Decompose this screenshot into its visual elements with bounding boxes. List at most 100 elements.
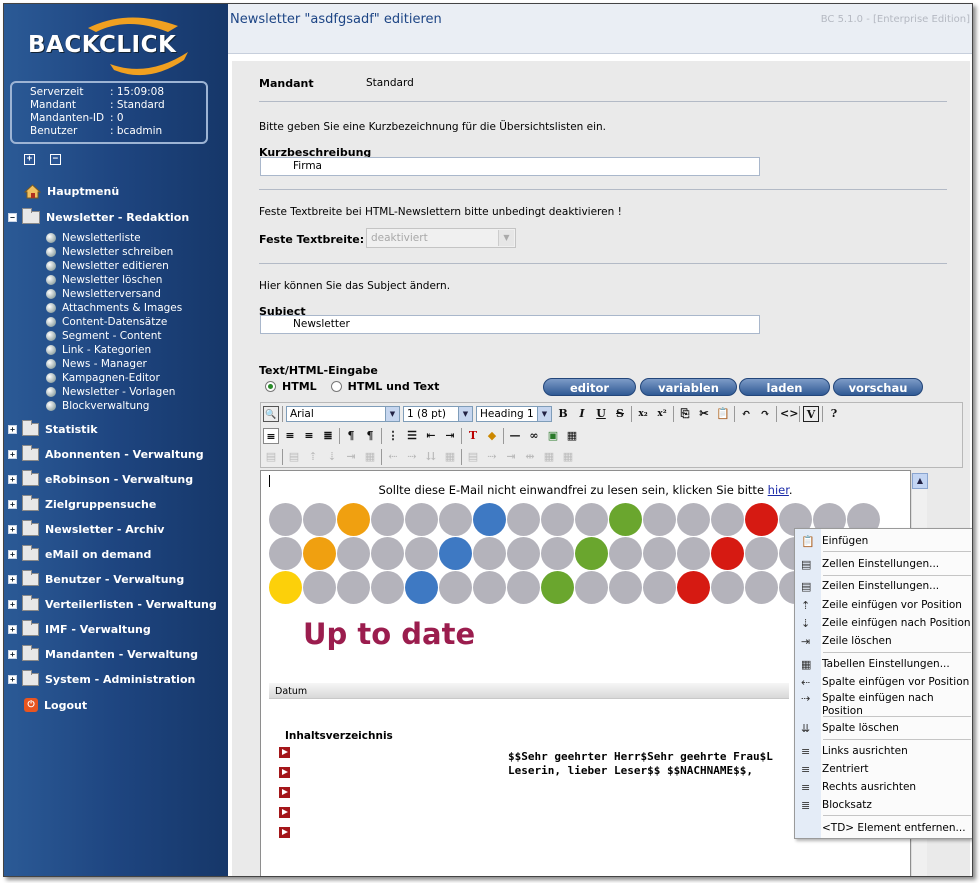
variable-icon[interactable]: V [803,406,819,422]
expand-icon[interactable]: + [8,575,17,584]
scroll-up-icon[interactable]: ▲ [912,473,928,489]
nav-section[interactable]: + eRobinson - Verwaltung [8,470,193,486]
context-menu-item[interactable]: Zeile einfügen nach Position [822,617,972,630]
table-icon[interactable]: ▦ [564,428,580,444]
nav-sub-item[interactable]: Newsletter löschen [46,274,162,286]
context-menu-item[interactable]: Einfügen [822,535,972,548]
notice-link[interactable]: hier [768,483,789,497]
laden-button[interactable]: laden [739,378,830,396]
nav-section[interactable]: + Statistik [8,420,98,436]
context-menu-item[interactable]: <TD> Element entfernen... [822,822,972,835]
context-menu-item[interactable]: Spalte einfügen vor Position [822,676,972,689]
expand-icon[interactable]: + [8,475,17,484]
font-select[interactable]: Arial ▼ [286,406,400,422]
cut-icon[interactable]: ✂ [696,406,712,422]
indent-icon[interactable]: ⇥ [442,428,458,444]
cell-properties-icon[interactable]: ▤ [465,449,481,465]
toc-arrow-icon[interactable] [279,807,290,818]
insert-row-after-icon[interactable]: ⇣ [324,449,340,465]
insert-col-before-icon[interactable]: ⇠ [385,449,401,465]
delete-row-icon[interactable]: ⇥ [343,449,359,465]
source-code-icon[interactable]: <> [780,406,798,422]
table-grid-icon[interactable]: ▦ [560,449,576,465]
toc-arrow-icon[interactable] [279,787,290,798]
nav-section[interactable]: + Verteilerlisten - Verwaltung [8,595,217,611]
context-menu-item[interactable]: Spalte einfügen nach Position [822,692,972,718]
radio-html[interactable] [265,381,276,392]
expand-all-icon[interactable]: + [24,154,35,165]
ltr-icon[interactable]: ¶ [343,428,359,444]
nav-section[interactable]: + IMF - Verwaltung [8,620,151,636]
nav-hauptmenu[interactable]: Hauptmenü [24,184,119,199]
context-menu-item[interactable]: Rechts ausrichten [822,781,972,794]
nav-sub-item[interactable]: Attachments & Images [46,302,182,314]
align-left-icon[interactable]: ≡ [263,428,279,444]
fixed-width-select[interactable]: deaktiviert ▼ [366,228,516,248]
undo-icon[interactable]: ↶ [738,406,754,422]
nav-section[interactable]: + Zielgruppensuche [8,495,156,511]
subject-input[interactable]: Newsletter [260,315,760,334]
nav-sub-item[interactable]: Kampagnen-Editor [46,372,160,384]
context-menu-item[interactable]: Zeilen Einstellungen... [822,580,972,593]
expand-icon[interactable]: + [8,625,17,634]
align-right-icon[interactable]: ≡ [301,428,317,444]
context-menu-item[interactable]: Zellen Einstellungen... [822,558,972,571]
toc-arrow-icon[interactable] [279,827,290,838]
expand-icon[interactable]: + [8,675,17,684]
ordered-list-icon[interactable]: ⋮ [385,428,401,444]
nav-section[interactable]: + Benutzer - Verwaltung [8,570,184,586]
delete-col-icon[interactable]: ⇊ [423,449,439,465]
nav-section[interactable]: + Abonnenten - Verwaltung [8,445,204,461]
context-menu-item[interactable]: Tabellen Einstellungen... [822,658,972,671]
vorschau-button[interactable]: vorschau [833,378,923,396]
collapse-icon[interactable]: − [8,213,17,222]
help-icon[interactable]: ? [826,406,842,422]
context-menu-item[interactable]: Spalte löschen [822,722,972,735]
context-menu-item[interactable]: Links ausrichten [822,745,972,758]
redo-icon[interactable]: ↷ [757,406,773,422]
nav-section[interactable]: + System - Administration [8,670,195,686]
nav-sub-item[interactable]: Newsletter schreiben [46,246,173,258]
text-color-icon[interactable]: T [465,428,481,444]
nav-sub-item[interactable]: Newsletter editieren [46,260,169,272]
nav-sub-item[interactable]: Blockverwaltung [46,400,149,412]
collapse-all-icon[interactable]: − [50,154,61,165]
insert-cell-icon[interactable]: ⇢ [484,449,500,465]
radio-html-text[interactable] [330,381,342,392]
nav-sub-item[interactable]: Newsletterversand [46,288,161,300]
row-properties-icon[interactable]: ▤ [286,449,302,465]
nav-sub-item[interactable]: Newsletter - Vorlagen [46,386,175,398]
outdent-icon[interactable]: ⇤ [423,428,439,444]
align-justify-icon[interactable]: ≣ [320,428,336,444]
short-description-input[interactable]: Firma [260,157,760,176]
nav-section-redaktion[interactable]: − Newsletter - Redaktion [8,208,189,224]
strikethrough-icon[interactable]: S [612,406,628,422]
nav-sub-item[interactable]: News - Manager [46,358,147,370]
expand-icon[interactable]: + [8,525,17,534]
expand-icon[interactable]: + [8,450,17,459]
split-cell-icon[interactable]: ⇹ [522,449,538,465]
horizontal-rule-icon[interactable]: — [507,428,523,444]
nav-logout[interactable]: ⏻ Logout [24,698,87,712]
expand-icon[interactable]: + [8,650,17,659]
insert-col-after-icon[interactable]: ⇢ [404,449,420,465]
context-menu-item[interactable]: Zentriert [822,763,972,776]
expand-icon[interactable]: + [8,425,17,434]
image-icon[interactable]: ▣ [545,428,561,444]
italic-icon[interactable]: I [574,406,590,422]
toc-arrow-icon[interactable] [279,767,290,778]
nav-section[interactable]: + Newsletter - Archiv [8,520,164,536]
variablen-button[interactable]: variablen [640,378,737,396]
background-color-icon[interactable]: ◆ [484,428,500,444]
context-menu-item[interactable]: Zeile einfügen vor Position [822,599,972,612]
align-center-icon[interactable]: ≡ [282,428,298,444]
nav-sub-item[interactable]: Link - Kategorien [46,344,151,356]
merge-cols-icon[interactable]: ▦ [442,449,458,465]
table-properties-icon[interactable]: ▤ [263,449,279,465]
context-menu-item[interactable]: Zeile löschen [822,635,972,648]
rtl-icon[interactable]: ¶ [362,428,378,444]
insert-row-before-icon[interactable]: ⇡ [305,449,321,465]
nav-section[interactable]: + Mandanten - Verwaltung [8,645,198,661]
size-select[interactable]: 1 (8 pt) ▼ [403,406,473,422]
context-menu-item[interactable]: Blocksatz [822,799,972,812]
